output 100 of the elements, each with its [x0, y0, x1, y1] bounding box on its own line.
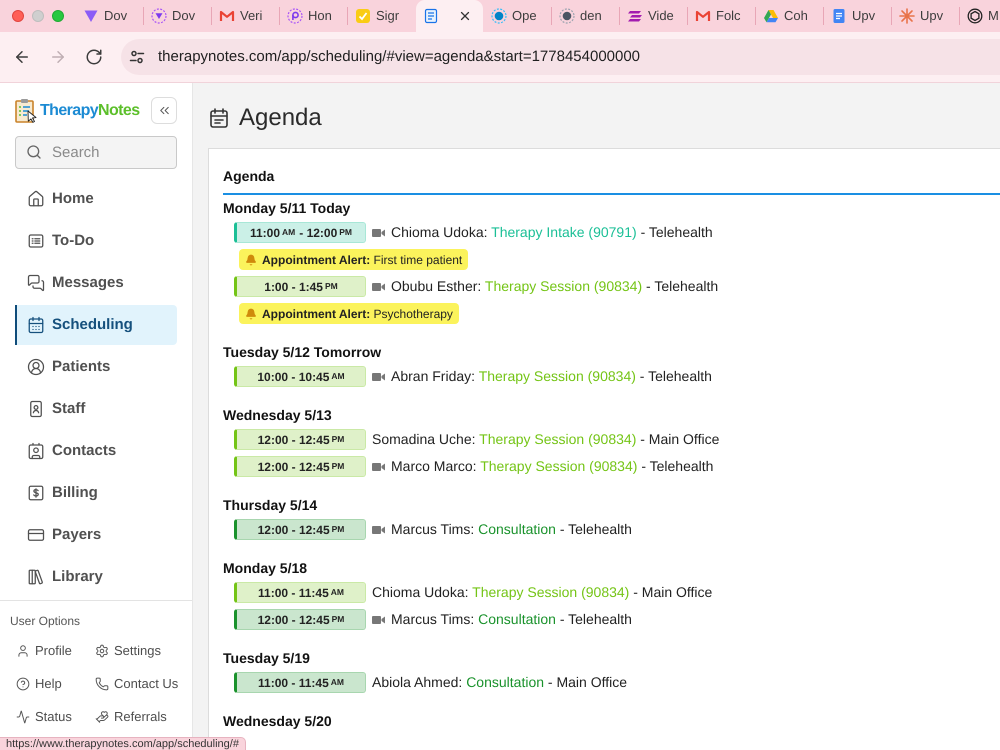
appointment-time[interactable]: 12:00 - 12:45 PM [234, 456, 366, 477]
nav-item[interactable]: Messages [15, 263, 177, 303]
mail-icon [695, 8, 711, 24]
nav-item[interactable]: Contacts [15, 431, 177, 471]
collapse-button[interactable] [151, 97, 177, 124]
appointment-text: Marco Marco: Therapy Session (90834) - Telehealth [391, 457, 714, 476]
logo-text: TherapyNotes [40, 100, 140, 120]
card-title: Agenda [223, 167, 274, 185]
window-zoom-button[interactable] [52, 10, 64, 22]
clipboard-icon [15, 98, 37, 124]
user-option-link[interactable]: Help [16, 673, 62, 695]
appointment-time[interactable]: 12:00 - 12:45 PM [234, 429, 366, 450]
nav-item[interactable]: Staff [15, 389, 177, 429]
nav-item[interactable]: Patients [15, 347, 177, 387]
list-icon [27, 232, 45, 250]
browser-tab[interactable]: Folc [688, 0, 755, 32]
ring-icon [287, 8, 303, 24]
triangle-icon [763, 8, 779, 24]
pulse-icon [16, 710, 30, 724]
nav-item[interactable]: Scheduling [15, 305, 177, 345]
triangle-icon [83, 8, 99, 24]
browser-tab[interactable]: Sigr [348, 0, 415, 32]
appointment-time[interactable]: 12:00 - 12:45 PM [234, 519, 366, 540]
section-title: User Options [10, 613, 80, 630]
user-option-link[interactable]: Contact Us [95, 673, 178, 695]
appointment-time[interactable]: 1:00 - 1:45 PM [234, 276, 366, 297]
appointment-time[interactable]: 12:00 - 12:45 PM [234, 609, 366, 630]
day-heading: Monday 5/18 [223, 559, 308, 577]
appointment-time[interactable]: 11:00 AM - 12:00 PM [234, 222, 366, 243]
window-close-button[interactable] [12, 10, 24, 22]
sliders-icon[interactable] [129, 49, 145, 65]
user-icon [16, 644, 30, 658]
settings-icon [95, 644, 109, 658]
appointment-text: Abiola Ahmed: Consultation - Main Office [372, 673, 628, 692]
document-icon [831, 8, 847, 24]
dollar-box-icon [27, 484, 45, 502]
appointment-text: Chioma Udoka: Therapy Intake (90791) - Telehealth [391, 223, 713, 242]
nav-item[interactable]: Payers [15, 515, 177, 555]
day-heading: Tuesday 5/12 Tomorrow [223, 343, 382, 361]
reload-icon [84, 48, 102, 66]
stack-icon [627, 8, 643, 24]
nav-item[interactable]: To-Do [15, 221, 177, 261]
browser-tab[interactable]: Upv [892, 0, 959, 32]
help-icon [16, 677, 30, 691]
browser-tab[interactable]: Dov [76, 0, 143, 32]
appointment-time[interactable]: 10:00 - 10:45 AM [234, 366, 366, 387]
day-heading: Tuesday 5/19 [223, 649, 310, 667]
browser-tab[interactable]: Hon [280, 0, 347, 32]
contact-card-icon [27, 442, 45, 460]
status-url: https://www.therapynotes.com/app/scheduling/# [0, 737, 246, 750]
appointment-text: Obubu Esther: Therapy Session (90834) - Telehealth [391, 277, 718, 296]
chat-bubbles-icon [27, 274, 45, 292]
browser-tab[interactable] [416, 0, 483, 32]
browser-tab[interactable]: Coh [756, 0, 823, 32]
appointment-text: Somadina Uche: Therapy Session (90834) - Main Office [372, 430, 720, 449]
alert-text: Appointment Alert: First time patient [262, 252, 462, 268]
user-option-link[interactable]: Status [16, 706, 72, 728]
user-option-link[interactable]: Settings [95, 640, 161, 662]
user-option-link[interactable]: Profile [16, 640, 72, 662]
close-icon[interactable] [458, 9, 472, 23]
address-bar[interactable]: therapynotes.com/app/scheduling/#view=agenda&start=1778454000000 [121, 39, 1000, 75]
user-circle-icon [27, 358, 45, 376]
browser-tab[interactable]: M [960, 0, 1000, 32]
appointment-time[interactable]: 11:00 - 11:45 AM [234, 582, 366, 603]
card-icon [27, 526, 45, 544]
browser-tab[interactable]: Upv [824, 0, 891, 32]
browser-tab[interactable]: den [552, 0, 619, 32]
page-title: Agenda [239, 103, 322, 133]
circle-icon [491, 8, 507, 24]
bell-icon [245, 254, 257, 266]
appointment-text: Marcus Tims: Consultation - Telehealth [391, 610, 632, 629]
hand-heart-icon [95, 710, 109, 724]
nav-item[interactable]: Library [15, 557, 177, 597]
check-square-icon [355, 8, 371, 24]
appointment-text: Marcus Tims: Consultation - Telehealth [391, 520, 632, 539]
house-icon [27, 190, 45, 208]
circle-icon [559, 8, 575, 24]
books-icon [27, 568, 45, 586]
appointment-time[interactable]: 11:00 - 11:45 AM [234, 672, 366, 693]
document-icon [423, 8, 439, 24]
day-heading: Wednesday 5/13 [223, 406, 332, 424]
id-badge-icon [27, 400, 45, 418]
appointment-text: Abran Friday: Therapy Session (90834) - Telehealth [391, 367, 712, 386]
search-icon [26, 144, 42, 160]
bell-icon [245, 308, 257, 320]
day-heading: Thursday 5/14 [223, 496, 318, 514]
nav-item[interactable]: Billing [15, 473, 177, 513]
calendar-icon [27, 316, 45, 334]
browser-tab[interactable]: Ope [484, 0, 551, 32]
user-option-link[interactable]: Referrals [95, 706, 167, 728]
nav-item[interactable]: Home [15, 179, 177, 219]
browser-tab[interactable]: Vide [620, 0, 687, 32]
phone-icon [95, 677, 109, 691]
browser-tab[interactable]: Veri [212, 0, 279, 32]
mail-icon [219, 8, 235, 24]
search-field[interactable]: Search [15, 136, 177, 169]
alert-text: Appointment Alert: Psychotherapy [262, 306, 453, 322]
day-heading: Monday 5/11 Today [223, 199, 350, 217]
browser-tab[interactable]: Dov [144, 0, 211, 32]
starburst-icon [899, 8, 915, 24]
